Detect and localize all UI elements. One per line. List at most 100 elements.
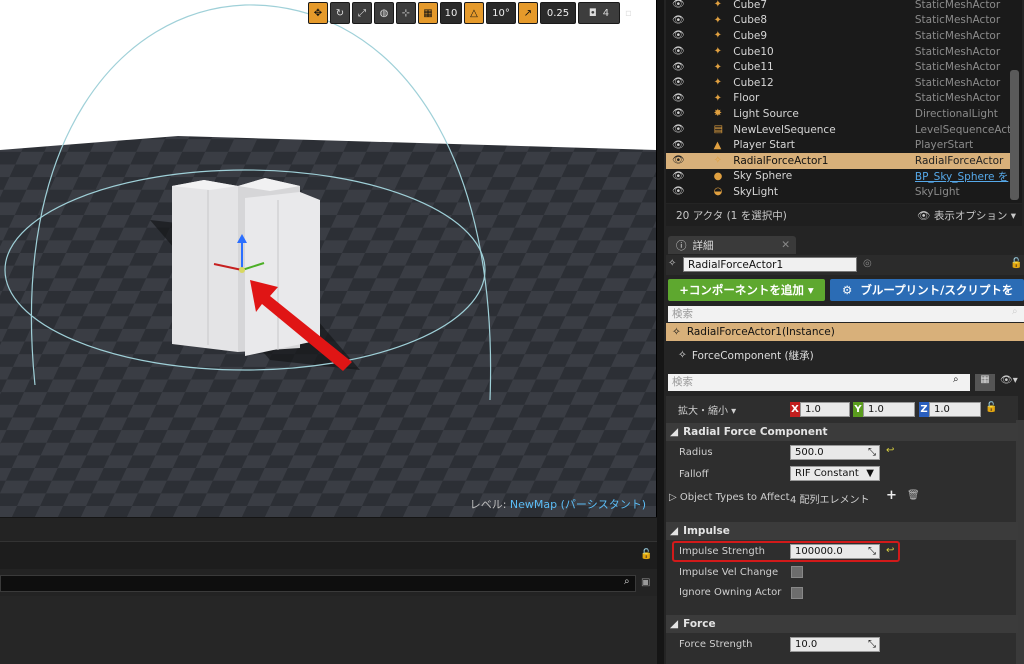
eye-icon[interactable]: 👁 <box>672 155 686 166</box>
property-matrix-icon[interactable]: ▦ <box>975 374 995 391</box>
actor-name: Cube12 <box>733 76 774 89</box>
view-options-button[interactable]: 👁 表示オプション ▾ <box>917 208 1016 223</box>
outliner-row[interactable]: 👁 ✸ Light Source DirectionalLight <box>666 106 1012 122</box>
actor-type: StaticMeshActor <box>914 29 1001 42</box>
rotation-snap-value[interactable]: 10° <box>486 2 516 24</box>
camera-speed-button[interactable]: ◘ 4 <box>578 2 620 24</box>
blueprint-script-button[interactable]: ⚙ ブループリント/スクリプトを <box>830 279 1024 301</box>
drag-icon: ⤡ <box>868 447 876 458</box>
scale-x-input[interactable]: 1.0 <box>800 402 850 417</box>
scale-snap-icon[interactable]: ↗ <box>518 2 538 24</box>
outliner-row[interactable]: 👁 ✦ Cube12 StaticMeshActor <box>666 75 1012 91</box>
actor-name: Player Start <box>733 139 795 152</box>
component-search-input[interactable]: 検索 <box>668 306 1024 322</box>
move-tool-icon[interactable]: ✥ <box>308 2 328 24</box>
search-icon[interactable]: ⌕ <box>624 576 630 587</box>
close-icon[interactable]: ✕ <box>781 239 790 251</box>
outliner-row[interactable]: 👁 ✦ Cube10 StaticMeshActor <box>666 44 1012 60</box>
force-strength-input[interactable]: 10.0 ⤡ <box>790 637 880 652</box>
instance-row[interactable]: ✧ RadialForceActor1(Instance) <box>666 323 1024 341</box>
globe-icon[interactable]: ◎ <box>863 258 872 269</box>
eye-icon[interactable]: 👁 <box>672 30 686 41</box>
surface-snap-icon[interactable]: ⊹ <box>396 2 416 24</box>
eye-icon[interactable]: 👁 <box>672 77 686 88</box>
add-element-icon[interactable]: + <box>886 488 897 503</box>
world-local-icon[interactable]: ◍ <box>374 2 394 24</box>
rotation-snap-icon[interactable]: △ <box>464 2 484 24</box>
radius-input[interactable]: 500.0 ⤡ <box>790 445 880 460</box>
eye-icon: 👁 <box>917 209 931 222</box>
lock-icon[interactable]: 🔓 <box>640 549 652 560</box>
add-component-button[interactable]: +コンポーネントを追加 ▾ <box>668 279 825 301</box>
grid-snap-icon[interactable]: ▦ <box>418 2 438 24</box>
content-search-input[interactable] <box>0 575 636 592</box>
actor-name: Cube9 <box>733 29 768 42</box>
rotate-tool-icon[interactable]: ↻ <box>330 2 350 24</box>
eye-icon[interactable]: 👁 <box>672 93 686 104</box>
blueprint-icon: ⚙ <box>842 283 853 297</box>
outliner-row[interactable]: 👁 ✦ Cube8 StaticMeshActor <box>666 13 1012 29</box>
ignore-owning-checkbox[interactable] <box>791 587 803 599</box>
eye-icon[interactable]: 👁 <box>672 171 686 182</box>
visibility-icon[interactable]: 👁▾ <box>1000 375 1018 386</box>
outliner-row[interactable]: 👁 ▲ Player Start PlayerStart <box>666 137 1012 153</box>
mesh-icon: ✦ <box>713 77 722 89</box>
actor-type: StaticMeshActor <box>914 61 1001 74</box>
camera-icon: ◘ <box>588 7 597 19</box>
eye-icon[interactable]: 👁 <box>672 62 686 73</box>
actor-count: 20 アクタ (1 を選択中) <box>676 209 787 222</box>
outliner-row[interactable]: 👁 ▤ NewLevelSequence LevelSequenceActor <box>666 122 1012 138</box>
details-lock-icon[interactable]: 🔓 <box>1010 258 1022 269</box>
eye-icon[interactable]: 👁 <box>672 140 686 151</box>
actor-type[interactable]: BP_Sky_Sphere を <box>915 169 1012 184</box>
falloff-select[interactable]: RIF Constant ▼ <box>790 466 880 481</box>
actor-icon: ✧ <box>672 326 681 338</box>
level-name: NewMap (パーシスタント) <box>509 498 646 511</box>
level-viewport[interactable]: ✥ ↻ ⤢ ◍ ⊹ ▦ 10 △ 10° ↗ 0.25 ◘ 4 ▫ レベル: Ne… <box>0 0 657 517</box>
outliner-scrollbar[interactable] <box>1010 70 1019 200</box>
eye-icon[interactable]: 👁 <box>672 15 686 26</box>
impulse-vel-change-checkbox[interactable] <box>791 566 803 578</box>
eye-icon[interactable]: 👁 <box>672 46 686 57</box>
scale-tool-icon[interactable]: ⤢ <box>352 2 372 24</box>
eye-icon[interactable]: 👁 <box>672 0 686 10</box>
eye-icon[interactable]: 👁 <box>672 108 686 119</box>
outliner-row[interactable]: 👁 ✧ RadialForceActor1 RadialForceActor <box>666 153 1012 169</box>
scale-lock-icon[interactable]: 🔓 <box>985 402 997 413</box>
outliner-row[interactable]: 👁 ◒ SkyLight SkyLight <box>666 184 1012 200</box>
actor-type: StaticMeshActor <box>914 92 1001 105</box>
section-force[interactable]: ◢ Force <box>666 615 1018 633</box>
scale-z-input[interactable]: 1.0 <box>929 402 981 417</box>
tab-details[interactable]: ⓘ 詳細 ✕ <box>668 236 796 254</box>
trash-icon[interactable]: 🗑 <box>907 490 920 501</box>
outliner-row[interactable]: 👁 ● Sky Sphere BP_Sky_Sphere を <box>666 169 1012 185</box>
ignore-owning-row: Ignore Owning Actor <box>679 586 782 598</box>
force-component-row[interactable]: ✧ ForceComponent (継承) <box>666 344 1024 366</box>
scale-snap-value[interactable]: 0.25 <box>540 2 576 24</box>
eye-icon[interactable]: 👁 <box>672 124 686 135</box>
mesh-icon: ✦ <box>713 0 722 11</box>
outliner-row[interactable]: 👁 ✦ Floor StaticMeshActor <box>666 91 1012 107</box>
property-search-input[interactable]: 検索 <box>668 374 970 391</box>
actor-name: Light Source <box>733 107 799 120</box>
actor-name-input[interactable]: RadialForceActor1 <box>683 257 857 272</box>
grid-snap-value[interactable]: 10 <box>440 2 462 24</box>
search-icon[interactable]: ⌕ <box>953 374 967 391</box>
section-radial-force[interactable]: ◢ Radial Force Component <box>666 423 1018 441</box>
level-indicator: レベル: NewMap (パーシスタント) <box>469 498 646 511</box>
outliner-row[interactable]: 👁 ✦ Cube7 StaticMeshActor <box>666 0 1012 13</box>
light-icon: ✸ <box>713 108 722 120</box>
maximize-icon[interactable]: ▫ <box>622 2 635 24</box>
collapse-icon: ◢ <box>670 618 679 630</box>
section-impulse[interactable]: ◢ Impulse <box>666 522 1018 540</box>
reset-icon[interactable]: ↩ <box>886 445 894 456</box>
actor-type: PlayerStart <box>914 139 974 152</box>
outliner-row[interactable]: 👁 ✦ Cube11 StaticMeshActor <box>666 59 1012 75</box>
outliner-row[interactable]: 👁 ✦ Cube9 StaticMeshActor <box>666 28 1012 44</box>
save-search-icon[interactable]: ▣ <box>641 577 650 588</box>
axis-z-label: Z <box>919 402 929 417</box>
content-toolbar <box>0 541 657 569</box>
search-icon[interactable]: ⌕ <box>1012 306 1018 317</box>
scale-y-input[interactable]: 1.0 <box>863 402 915 417</box>
eye-icon[interactable]: 👁 <box>672 186 686 197</box>
